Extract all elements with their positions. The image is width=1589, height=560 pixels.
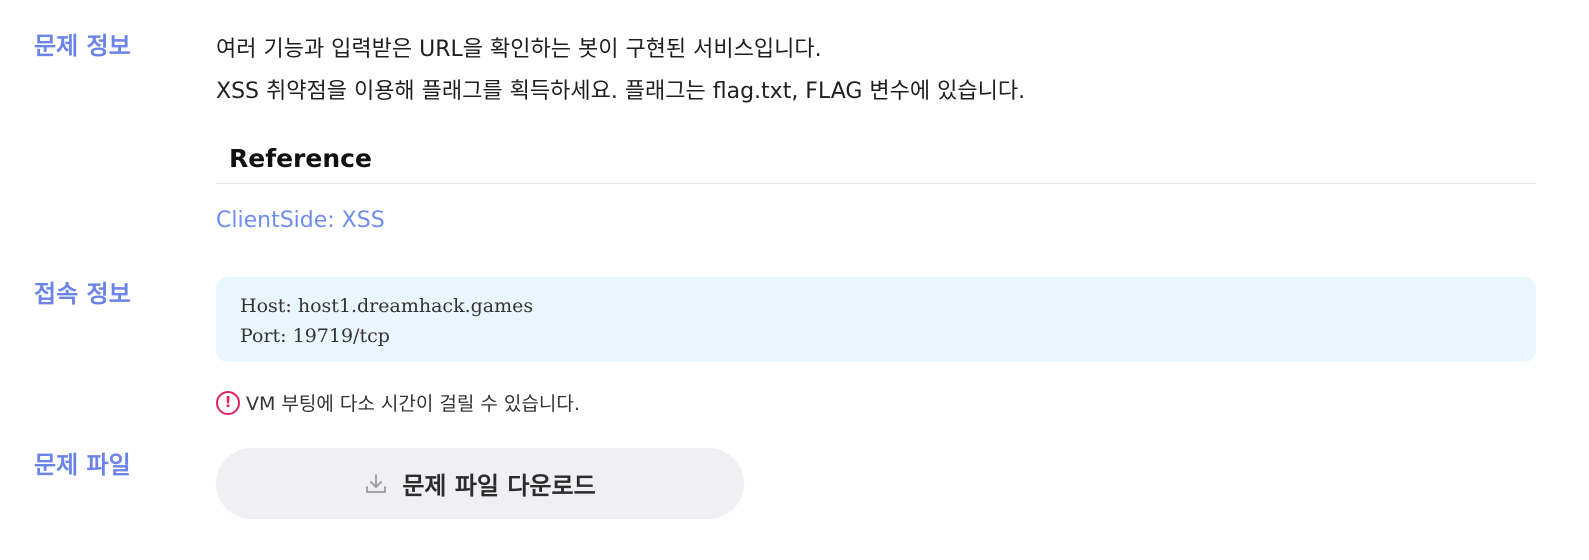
reference-heading: Reference bbox=[216, 135, 1536, 184]
connection-section-label: 접속 정보 bbox=[34, 280, 131, 308]
download-button-label: 문제 파일 다운로드 bbox=[402, 472, 596, 500]
connection-info-box: Host: host1.dreamhack.games Port: 19719/… bbox=[216, 277, 1536, 362]
port-line: Port: 19719/tcp bbox=[240, 325, 390, 347]
file-section-label: 문제 파일 bbox=[34, 451, 131, 479]
alert-circle-icon: ! bbox=[216, 390, 240, 415]
vm-boot-notice: ! VM 부팅에 다소 시간이 걸릴 수 있습니다. bbox=[216, 389, 580, 416]
download-challenge-file-button[interactable]: 문제 파일 다운로드 bbox=[216, 448, 744, 519]
description-section-label: 문제 정보 bbox=[34, 32, 131, 60]
description-content: 여러 기능과 입력받은 URL을 확인하는 봇이 구현된 서비스입니다. XSS… bbox=[216, 29, 1536, 113]
description-line-2: XSS 취약점을 이용해 플래그를 획득하세요. 플래그는 flag.txt, … bbox=[216, 79, 1026, 104]
challenge-info-page: 문제 정보 여러 기능과 입력받은 URL을 확인하는 봇이 구현된 서비스입니… bbox=[0, 0, 1589, 560]
reference-block: Reference ClientSide: XSS bbox=[216, 135, 1536, 233]
download-icon bbox=[364, 472, 388, 496]
host-line: Host: host1.dreamhack.games bbox=[240, 295, 534, 317]
vm-boot-notice-text: VM 부팅에 다소 시간이 걸릴 수 있습니다. bbox=[246, 393, 580, 415]
reference-link-clientside-xss[interactable]: ClientSide: XSS bbox=[216, 208, 385, 233]
description-line-1: 여러 기능과 입력받은 URL을 확인하는 봇이 구현된 서비스입니다. bbox=[216, 37, 822, 62]
